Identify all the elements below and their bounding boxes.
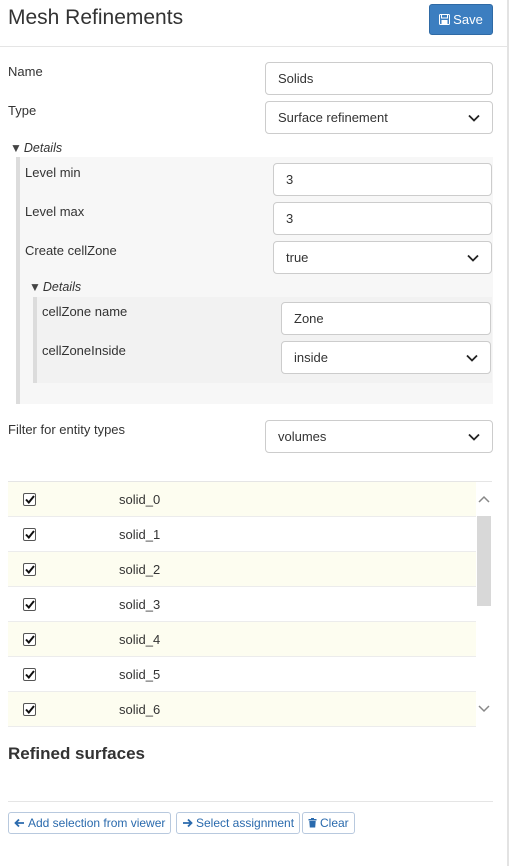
cellzone-name-label: cellZone name <box>42 304 128 319</box>
list-item[interactable]: solid_2 <box>8 552 476 587</box>
triangle-down-icon: ▼ <box>10 141 22 155</box>
chevron-down-icon[interactable] <box>478 704 490 714</box>
entity-label: solid_6 <box>119 701 161 717</box>
entity-checkbox[interactable] <box>23 597 36 611</box>
scroll-thumb[interactable] <box>477 516 491 606</box>
list-item[interactable]: solid_5 <box>8 657 476 692</box>
entity-checkbox[interactable] <box>23 527 36 541</box>
select-assignment-button[interactable]: Select assignment <box>176 812 301 834</box>
clear-label: Clear <box>320 816 349 830</box>
list-item[interactable]: solid_0 <box>8 482 476 517</box>
refined-surfaces-title: Refined surfaces <box>8 744 145 763</box>
entity-checkbox[interactable] <box>23 632 36 646</box>
entity-checkbox[interactable] <box>23 492 36 506</box>
entity-checkbox[interactable] <box>23 667 36 681</box>
chevron-down-icon <box>468 114 480 122</box>
checkmark-icon <box>24 494 35 504</box>
entity-checkbox[interactable] <box>23 702 36 716</box>
create-cellzone-value: true <box>286 250 309 265</box>
cellzone-inside-select[interactable]: inside <box>281 341 491 374</box>
name-label: Name <box>8 64 43 79</box>
type-label: Type <box>8 103 37 118</box>
list-item[interactable]: solid_1 <box>8 517 476 552</box>
details-label: Details <box>23 141 63 155</box>
chevron-down-icon <box>466 354 478 362</box>
clear-button[interactable]: Clear <box>302 812 355 834</box>
header: Mesh Refinements Save <box>0 0 507 47</box>
checkmark-icon <box>24 599 35 609</box>
trash-icon <box>308 818 317 828</box>
level-min-field[interactable]: 3 <box>273 163 492 196</box>
save-button[interactable]: Save <box>429 4 493 35</box>
chevron-up-icon[interactable] <box>478 494 490 504</box>
add-selection-button[interactable]: Add selection from viewer <box>8 812 172 834</box>
save-label: Save <box>453 12 483 27</box>
divider <box>8 801 493 802</box>
cellzone-name-value: Zone <box>294 311 324 326</box>
level-min-label: Level min <box>25 165 81 180</box>
select-assignment-label: Select assignment <box>196 816 295 830</box>
type-select[interactable]: Surface refinement <box>265 101 493 134</box>
entity-label: solid_2 <box>119 561 161 577</box>
name-value: Solids <box>278 71 314 86</box>
cellzone-inside-value: inside <box>294 350 328 365</box>
checkmark-icon <box>24 704 35 714</box>
save-icon <box>439 14 451 25</box>
checkmark-icon <box>24 669 35 679</box>
entity-label: solid_0 <box>119 491 161 507</box>
checkmark-icon <box>24 564 35 574</box>
list-item[interactable]: solid_6 <box>8 692 476 727</box>
entity-label: solid_3 <box>119 596 161 612</box>
entity-checkbox[interactable] <box>23 562 36 576</box>
inner-details-toggle[interactable]: ▼ Details <box>29 280 81 294</box>
inner-details-label: Details <box>42 280 82 294</box>
entity-label: solid_1 <box>119 526 161 542</box>
entity-list[interactable]: solid_0 solid_1 solid_2 solid_3 solid_4solid… <box>8 481 492 727</box>
arrow-left-icon <box>14 818 24 828</box>
details-toggle[interactable]: ▼ Details <box>10 141 62 155</box>
filter-value: volumes <box>278 429 327 444</box>
cellzone-name-field[interactable]: Zone <box>281 302 491 335</box>
filter-label: Filter for entity types <box>8 422 126 437</box>
create-cellzone-label: Create cellZone <box>25 243 117 258</box>
scrollbar[interactable] <box>476 482 492 727</box>
page-title: Mesh Refinements <box>8 6 184 29</box>
level-max-field[interactable]: 3 <box>273 202 492 235</box>
level-max-value: 3 <box>286 211 294 226</box>
entity-label: solid_4 <box>119 631 161 647</box>
checkmark-icon <box>24 634 35 644</box>
create-cellzone-select[interactable]: true <box>273 241 492 274</box>
arrow-right-icon <box>183 818 193 828</box>
triangle-down-icon: ▼ <box>29 280 41 294</box>
filter-select[interactable]: volumes <box>265 420 493 453</box>
add-selection-label: Add selection from viewer <box>28 816 166 830</box>
list-item[interactable]: solid_4 <box>8 622 476 657</box>
entity-label: solid_5 <box>119 666 161 682</box>
chevron-down-icon <box>468 433 480 441</box>
chevron-down-icon <box>467 254 479 262</box>
checkmark-icon <box>24 529 35 539</box>
list-item[interactable]: solid_3 <box>8 587 476 622</box>
name-field[interactable]: Solids <box>265 62 493 95</box>
cellzone-inside-label: cellZoneInside <box>42 343 126 358</box>
type-value: Surface refinement <box>278 110 388 125</box>
level-min-value: 3 <box>286 172 294 187</box>
level-max-label: Level max <box>25 204 85 219</box>
